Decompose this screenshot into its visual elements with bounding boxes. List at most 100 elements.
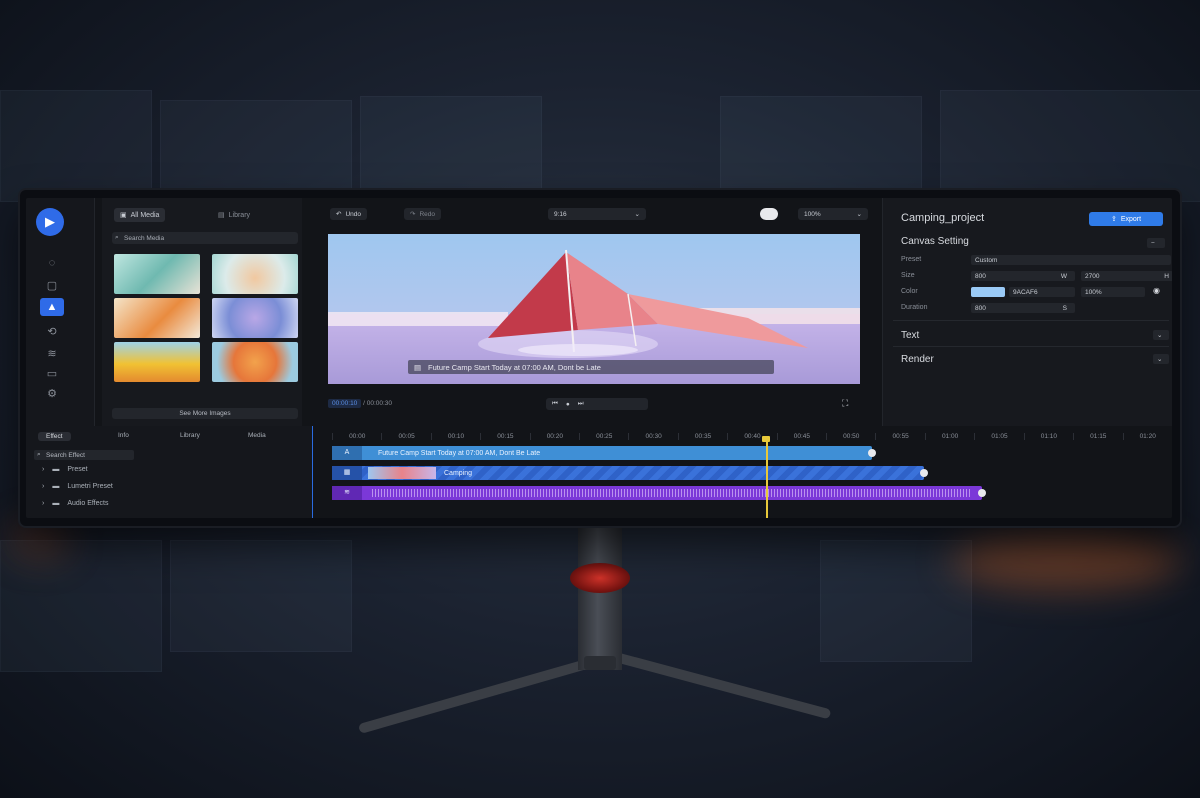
zoom-select[interactable]: 100% ⌄ (798, 208, 868, 220)
settings-icon[interactable]: ⚙ (42, 386, 62, 400)
width-value: 800 (975, 272, 986, 280)
tab-all-media[interactable]: ▣ All Media (114, 208, 166, 222)
search-icon: ⌕ (37, 451, 41, 458)
background-panel (0, 90, 152, 202)
playback-controls: ⏮ ● ⏭ (546, 398, 648, 410)
video-camera-icon[interactable]: ▶ (36, 208, 64, 236)
redo-icon: ↷ (410, 211, 416, 218)
video-preview[interactable]: ▤ Future Camp Start Today at 07:00 AM, D… (328, 234, 860, 384)
render-section-heading[interactable]: Render (901, 354, 934, 365)
media-thumbnail[interactable] (114, 254, 200, 294)
text-track[interactable]: A Future Camp Start Today at 07:00 AM, D… (332, 446, 876, 460)
ruler-tick-label: 01:00 (924, 432, 974, 440)
playhead-handle[interactable] (762, 436, 770, 442)
stand-leg-left (357, 658, 592, 734)
track-end-handle[interactable] (868, 449, 876, 457)
timeline-ruler[interactable]: 00:00 00:05 00:10 00:15 00:20 00:25 00:30 00:35… (332, 430, 1172, 442)
playhead[interactable] (766, 438, 768, 518)
export-button[interactable]: ⇪ Export (1089, 212, 1163, 226)
tab-library[interactable]: ▤ Library (212, 208, 256, 222)
text-tool-icon[interactable]: ◌ (42, 256, 62, 270)
color-hex-value: 9ACAF6 (1013, 288, 1038, 296)
tab-info[interactable]: Info (118, 432, 129, 439)
text-section-heading[interactable]: Text (901, 330, 919, 341)
audio-track[interactable]: ≋ (332, 486, 986, 500)
track-end-handle[interactable] (978, 489, 986, 497)
toggle-switch[interactable] (760, 208, 778, 220)
video-track-label: Camping (444, 469, 473, 477)
chevron-down-icon[interactable]: ⌄ (1153, 354, 1169, 364)
play-icon[interactable]: ● (566, 401, 570, 408)
color-swatch[interactable] (971, 287, 1005, 297)
tab-library[interactable]: Library (180, 432, 200, 439)
media-panel: ▣ All Media ▤ Library ⌕ Search Media See… (102, 198, 302, 426)
ruler-tick-label: 00:30 (628, 432, 677, 440)
folder-icon: ▬ (52, 466, 60, 473)
folder-icon[interactable]: ▢ (42, 278, 62, 292)
media-thumbnail[interactable] (212, 298, 298, 338)
caption-text: Future Camp Start Today at 07:00 AM, Don… (428, 362, 601, 372)
image-icon: ▣ (120, 212, 127, 219)
undo-button[interactable]: ↶ Undo (330, 208, 367, 220)
aspect-ratio-select[interactable]: 9:16 ⌄ (548, 208, 646, 220)
effects-panel: Effect Info Library Media ⌕ Search Effec… (26, 426, 313, 518)
effect-folder-item[interactable]: › ▬ Lumetri Preset (42, 483, 113, 490)
undo-icon: ↶ (336, 211, 342, 218)
width-input[interactable]: 800 W (971, 271, 1075, 281)
effect-item-label: Audio Effects (67, 500, 109, 507)
forward-icon[interactable]: ⏭ (578, 400, 584, 408)
effect-folder-item[interactable]: › ▬ Preset (42, 466, 88, 473)
ruler-tick-label: 01:10 (1023, 432, 1073, 440)
chevron-down-icon: ⌄ (856, 211, 862, 218)
redo-button[interactable]: ↷ Redo (404, 208, 441, 220)
timeline[interactable]: 00:00 00:05 00:10 00:15 00:20 00:25 00:30 00:35… (326, 426, 1172, 518)
text-track-icon: A (332, 446, 362, 460)
chevron-down-icon[interactable]: ⌄ (1153, 330, 1169, 340)
rewind-icon[interactable]: ⏮ (552, 400, 558, 408)
tool-rail: ▶ ◌ ▢ ▲ ⟲ ≋ ▭ ⚙ (26, 198, 95, 426)
duration-unit: S (1062, 304, 1067, 312)
eye-icon[interactable]: ◉ (1153, 286, 1160, 295)
properties-panel: Camping_project ⇪ Export Canvas Setting … (882, 198, 1172, 426)
captions-icon[interactable]: ▭ (42, 366, 62, 380)
ruler-tick-label: 01:20 (1122, 432, 1172, 440)
tab-media[interactable]: Media (248, 432, 266, 439)
monitor: ▶ ◌ ▢ ▲ ⟲ ≋ ▭ ⚙ ▣ All Media ▤ Library ⌕ … (20, 190, 1180, 526)
background-panel (360, 96, 542, 198)
ruler-tick-label: 00:45 (776, 432, 826, 440)
fullscreen-icon[interactable]: ⛶ (842, 398, 848, 409)
media-thumbnail[interactable] (114, 298, 200, 338)
image-icon[interactable]: ▲ (40, 298, 64, 316)
ruler-tick-label: 00:05 (381, 432, 430, 440)
media-search-input[interactable]: ⌕ Search Media (112, 232, 298, 244)
transition-icon[interactable]: ⟲ (42, 324, 62, 338)
effect-item-label: Preset (67, 466, 88, 473)
media-thumbnail[interactable] (212, 254, 298, 294)
preset-label: Preset (901, 256, 922, 263)
undo-label: Undo (345, 210, 361, 218)
audio-wave-icon[interactable]: ≋ (42, 346, 62, 360)
search-icon: ⌕ (115, 234, 119, 241)
track-end-handle[interactable] (920, 469, 928, 477)
effect-search-input[interactable]: ⌕ Search Effect (34, 450, 134, 460)
preset-select[interactable]: Custom (971, 255, 1171, 265)
see-more-images-button[interactable]: See More Images (112, 408, 298, 419)
color-label: Color (901, 288, 918, 295)
chevron-right-icon: › (42, 483, 45, 490)
duration-label: Duration (901, 304, 928, 311)
color-hex-input[interactable]: 9ACAF6 (1009, 287, 1075, 297)
tab-effect[interactable]: Effect (38, 432, 71, 441)
stand-leg-right (606, 650, 832, 720)
collapse-icon[interactable]: − (1147, 238, 1165, 248)
video-track[interactable]: ▦ Camping (332, 466, 928, 480)
duration-input[interactable]: 800 S (971, 303, 1075, 313)
effect-folder-item[interactable]: › ▬ Audio Effects (42, 500, 108, 507)
opacity-input[interactable]: 100% (1081, 287, 1145, 297)
export-label: Export (1120, 215, 1142, 223)
effects-tabs: Effect Info Library Media (34, 432, 304, 444)
media-thumbnail[interactable] (114, 342, 200, 382)
caption-overlay[interactable]: ▤ Future Camp Start Today at 07:00 AM, D… (408, 360, 774, 374)
media-thumbnail[interactable] (212, 342, 298, 382)
zoom-value: 100% (804, 210, 821, 218)
height-input[interactable]: 2700 H (1081, 271, 1172, 281)
